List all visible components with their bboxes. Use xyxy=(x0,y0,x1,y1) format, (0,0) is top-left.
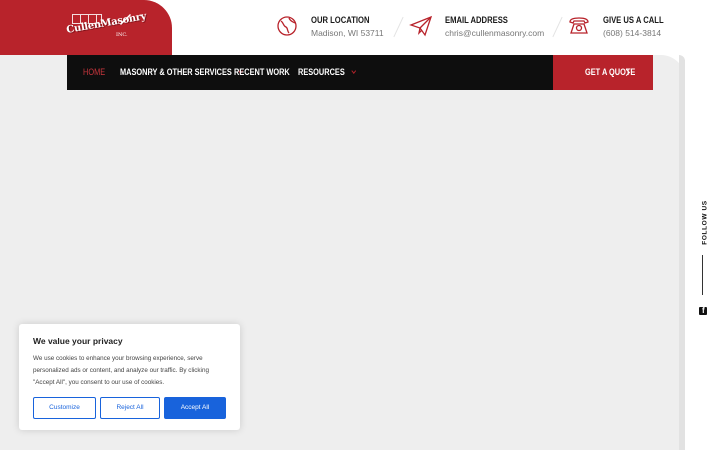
contact-location-value: Madison, WI 53711 xyxy=(311,28,384,38)
contact-email-title: EMAIL ADDRESS xyxy=(445,15,508,25)
divider xyxy=(552,16,563,38)
paper-plane-icon xyxy=(409,15,433,37)
chevron-down-icon xyxy=(351,68,357,74)
reject-all-button[interactable]: Reject All xyxy=(100,397,160,419)
contact-phone-title: GIVE US A CALL xyxy=(603,15,664,25)
contact-email-value[interactable]: chris@cullenmasonry.com xyxy=(445,28,544,38)
logo-block: CullenMasonry INC. xyxy=(0,0,172,55)
logo[interactable]: CullenMasonry INC. xyxy=(66,11,147,42)
nav-item-services[interactable]: MASONRY & OTHER SERVICES xyxy=(120,67,244,77)
customize-button[interactable]: Customize xyxy=(33,397,96,419)
cookie-title: We value your privacy xyxy=(33,336,123,346)
get-quote-button[interactable]: GET A QUOTE xyxy=(553,55,653,90)
globe-icon xyxy=(277,16,297,36)
nav-item-label: HOME xyxy=(83,67,106,77)
facebook-icon[interactable] xyxy=(699,306,707,315)
cookie-text: We use cookies to enhance your browsing … xyxy=(33,355,209,386)
divider xyxy=(393,16,404,38)
nav-item-resources[interactable]: RESOURCES xyxy=(298,67,357,77)
follow-divider xyxy=(702,255,703,295)
nav-item-label: RECENT WORK xyxy=(234,67,290,77)
logo-suffix: INC. xyxy=(116,32,128,38)
contact-phone-value[interactable]: (608) 514-3814 xyxy=(603,28,661,38)
cookie-consent-banner: We value your privacy We use cookies to … xyxy=(19,324,240,430)
contact-location-title: OUR LOCATION xyxy=(311,15,370,25)
phone-icon xyxy=(569,17,589,34)
trowel-icon xyxy=(120,14,131,25)
accept-all-button[interactable]: Accept All xyxy=(164,397,226,419)
nav-item-label: RESOURCES xyxy=(298,67,345,77)
nav-item-home[interactable]: HOME xyxy=(83,67,105,77)
follow-us-label: FOLLOW US xyxy=(701,200,709,245)
nav-item-recent-work[interactable]: RECENT WORK xyxy=(234,67,290,77)
contact-bar: OUR LOCATION Madison, WI 53711 EMAIL ADD… xyxy=(270,0,664,55)
main-nav: HOME MASONRY & OTHER SERVICES RECENT WOR… xyxy=(67,55,653,90)
follow-us: FOLLOW US xyxy=(697,200,709,245)
hero-edge xyxy=(679,55,685,450)
nav-item-label: MASONRY & OTHER SERVICES xyxy=(120,67,232,77)
